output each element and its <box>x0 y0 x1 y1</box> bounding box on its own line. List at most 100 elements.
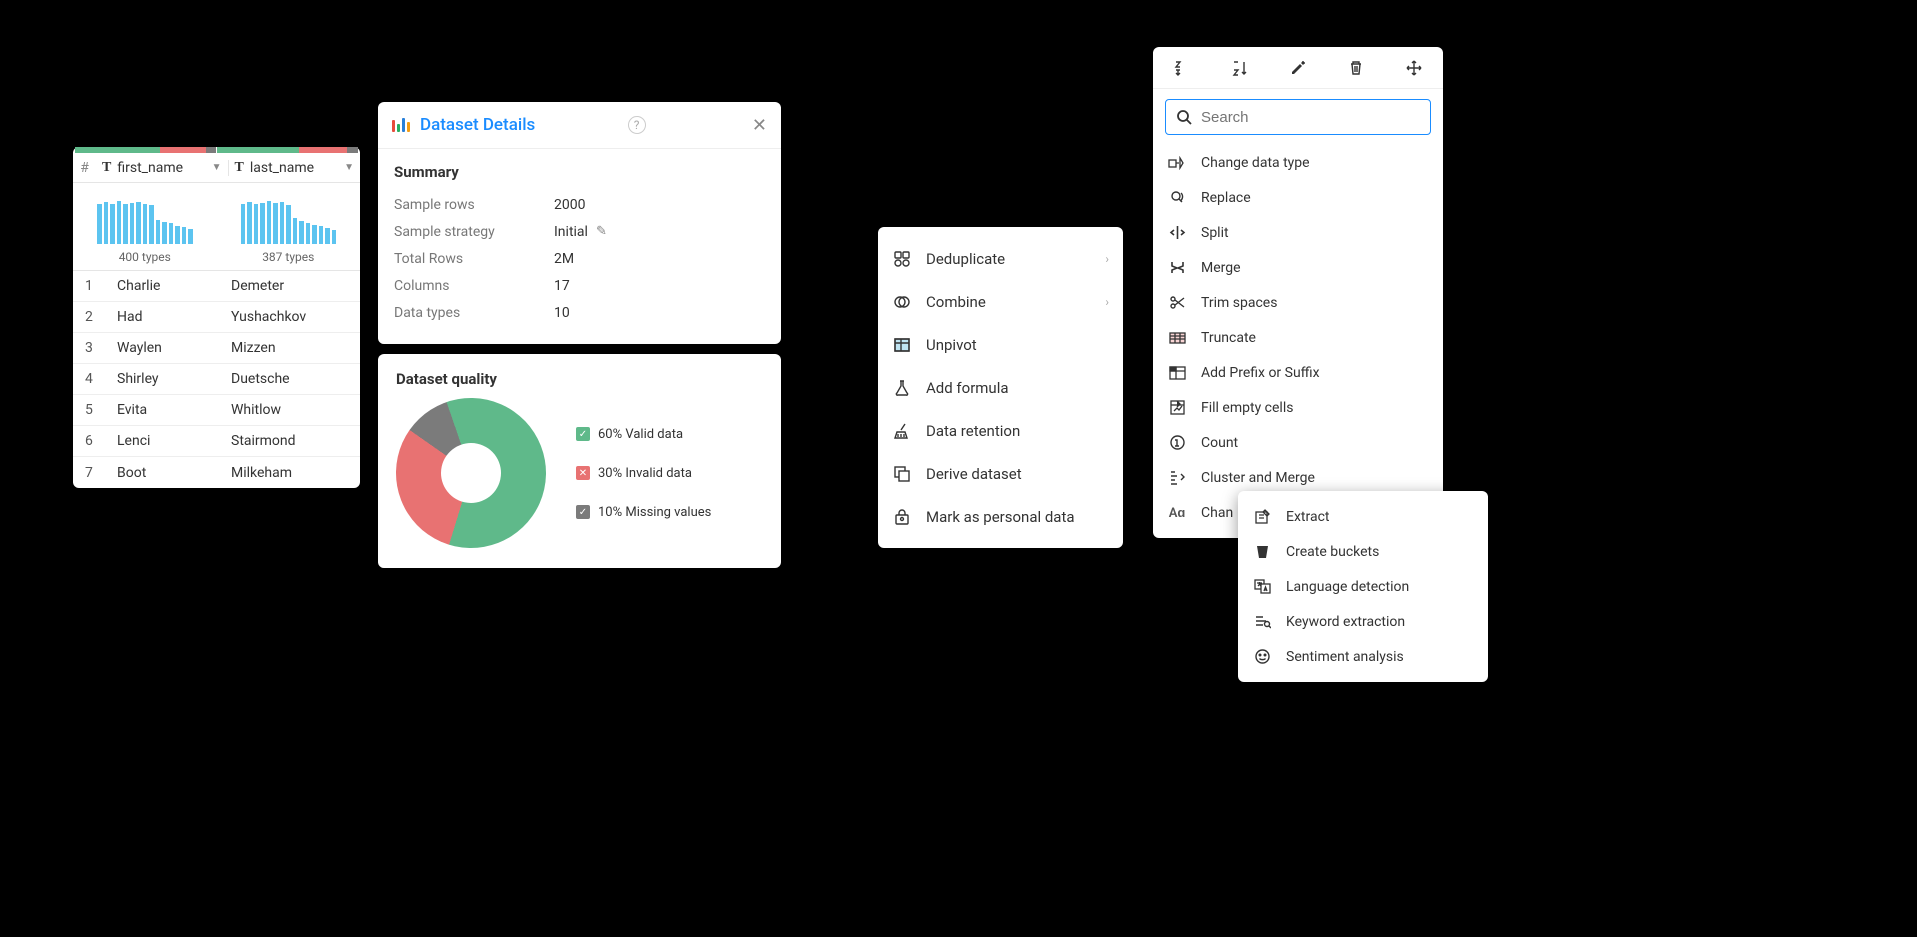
brand-bars-icon <box>392 118 410 132</box>
panel-body: Summary Sample rows2000 Sample strategyI… <box>378 149 781 344</box>
summary-heading: Summary <box>394 163 765 181</box>
table-body: 1CharlieDemeter 2HadYushachkov 3WaylenMi… <box>73 271 360 488</box>
case-icon: Aɑ <box>1167 505 1187 521</box>
submenu-create-buckets[interactable]: Create buckets <box>1238 534 1488 569</box>
menu-unpivot[interactable]: Unpivot <box>878 323 1123 366</box>
search-icon <box>1176 109 1193 126</box>
extract-icon <box>1252 508 1272 525</box>
chevron-down-icon: ▼ <box>212 162 222 173</box>
legend-valid: ✓60% Valid data <box>576 427 711 442</box>
transform-fill-empty[interactable]: Fill empty cells <box>1153 390 1443 425</box>
sort-za-icon[interactable] <box>1228 59 1252 77</box>
sparkline-first-name: 400 types <box>73 183 217 270</box>
transform-truncate[interactable]: Truncate <box>1153 320 1443 355</box>
col-header-last-name[interactable]: T last_name ▼ <box>229 160 361 176</box>
replace-icon <box>1167 189 1187 206</box>
transform-prefix-suffix[interactable]: Add Prefix or Suffix <box>1153 355 1443 390</box>
kv-total-rows: Total Rows2M <box>394 245 765 272</box>
menu-data-retention[interactable]: Data retention <box>878 409 1123 452</box>
search-box[interactable] <box>1165 99 1431 135</box>
transform-merge[interactable]: Merge <box>1153 250 1443 285</box>
quality-bar-row <box>73 147 360 153</box>
split-icon <box>1167 224 1187 241</box>
submenu-keyword-extraction[interactable]: Keyword extraction <box>1238 604 1488 639</box>
close-icon[interactable]: ✕ <box>752 115 767 136</box>
table-row[interactable]: 1CharlieDemeter <box>73 271 360 302</box>
text-type-icon: T <box>235 160 244 176</box>
sparkline-last-name: 387 types <box>217 183 361 270</box>
panel-title: Dataset Details <box>420 115 535 135</box>
transform-toolbar <box>1153 47 1443 89</box>
chevron-right-icon: › <box>1105 252 1109 266</box>
transform-cluster-merge[interactable]: Cluster and Merge <box>1153 460 1443 495</box>
datatype-icon <box>1167 156 1187 170</box>
swatch-icon: ✕ <box>576 466 590 480</box>
dataset-quality-panel: Dataset quality ✓60% Valid data ✕30% Inv… <box>378 354 781 568</box>
submenu-extract[interactable]: Extract <box>1238 499 1488 534</box>
combine-icon <box>892 293 912 311</box>
transform-trim[interactable]: Trim spaces <box>1153 285 1443 320</box>
quality-title: Dataset quality <box>396 370 763 388</box>
prefix-icon <box>1167 366 1187 380</box>
table-row[interactable]: 2HadYushachkov <box>73 302 360 333</box>
scissors-icon <box>1167 294 1187 311</box>
panel-header: Dataset Details ? ✕ <box>378 102 781 149</box>
transform-split[interactable]: Split <box>1153 215 1443 250</box>
operations-menu: Deduplicate› Combine› Unpivot Add formul… <box>878 227 1123 548</box>
menu-derive-dataset[interactable]: Derive dataset <box>878 452 1123 495</box>
donut-chart <box>367 369 576 578</box>
chevron-right-icon: › <box>1105 295 1109 309</box>
transform-submenu: Extract Create buckets Language detectio… <box>1238 491 1488 682</box>
submenu-sentiment-analysis[interactable]: Sentiment analysis <box>1238 639 1488 674</box>
table-row[interactable]: 3WaylenMizzen <box>73 333 360 364</box>
col-name: first_name <box>117 160 183 176</box>
smiley-icon <box>1252 648 1272 665</box>
language-icon <box>1252 578 1272 595</box>
menu-combine[interactable]: Combine› <box>878 280 1123 323</box>
menu-deduplicate[interactable]: Deduplicate› <box>878 237 1123 280</box>
cluster-icon <box>1167 469 1187 486</box>
swatch-icon: ✓ <box>576 505 590 519</box>
transform-count[interactable]: Count <box>1153 425 1443 460</box>
menu-personal-data[interactable]: Mark as personal data <box>878 495 1123 538</box>
col-name: last_name <box>250 160 314 176</box>
table-header-row: # T first_name ▼ T last_name ▼ <box>73 153 360 183</box>
edit-icon[interactable]: ✎ <box>596 224 607 239</box>
edit-icon[interactable] <box>1286 60 1310 76</box>
search-input[interactable] <box>1201 109 1420 126</box>
table-row[interactable]: 5EvitaWhitlow <box>73 395 360 426</box>
qbar-first-name <box>75 147 216 153</box>
text-type-icon: T <box>102 160 111 176</box>
kv-sample-strategy: Sample strategyInitial✎ <box>394 218 765 245</box>
submenu-language-detection[interactable]: Language detection <box>1238 569 1488 604</box>
lock-icon <box>892 508 912 526</box>
trash-icon[interactable] <box>1344 60 1368 76</box>
chevron-down-icon: ▼ <box>344 162 354 173</box>
index-header: # <box>73 160 96 176</box>
types-count: 387 types <box>262 250 314 264</box>
chart-legend: ✓60% Valid data ✕30% Invalid data ✓10% M… <box>576 427 711 520</box>
derive-icon <box>892 465 912 483</box>
qbar-last-name <box>217 147 358 153</box>
table-row[interactable]: 4ShirleyDuetsche <box>73 364 360 395</box>
transform-replace[interactable]: Replace <box>1153 180 1443 215</box>
truncate-icon <box>1167 332 1187 344</box>
sort-az-icon[interactable] <box>1170 59 1194 77</box>
flask-icon <box>892 379 912 397</box>
dataset-details-panel: Dataset Details ? ✕ Summary Sample rows2… <box>378 102 781 344</box>
move-icon[interactable] <box>1402 59 1426 77</box>
deduplicate-icon <box>892 250 912 268</box>
table-row[interactable]: 6LenciStairmond <box>73 426 360 457</box>
legend-missing: ✓10% Missing values <box>576 505 711 520</box>
transform-change-data-type[interactable]: Change data type <box>1153 145 1443 180</box>
sparkline-row: 400 types 387 types <box>73 183 360 271</box>
kv-columns: Columns17 <box>394 272 765 299</box>
legend-invalid: ✕30% Invalid data <box>576 466 711 481</box>
merge-icon <box>1167 259 1187 276</box>
col-header-first-name[interactable]: T first_name ▼ <box>96 160 229 176</box>
data-table-panel: # T first_name ▼ T last_name ▼ 400 types… <box>73 147 360 488</box>
table-row[interactable]: 7BootMilkeham <box>73 457 360 488</box>
menu-add-formula[interactable]: Add formula <box>878 366 1123 409</box>
help-icon[interactable]: ? <box>628 116 646 134</box>
keyword-icon <box>1252 613 1272 630</box>
